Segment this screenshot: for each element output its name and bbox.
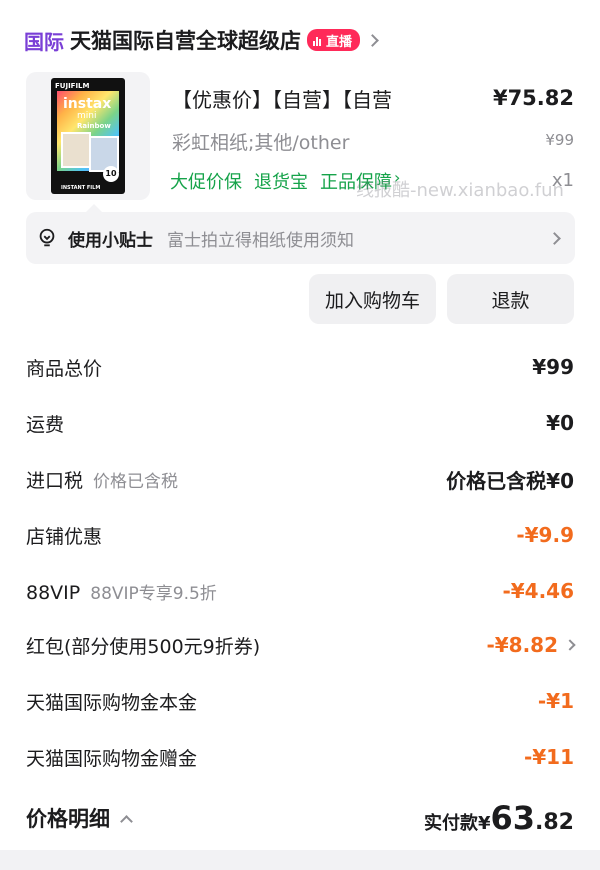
shop-tag: 国际: [24, 29, 64, 54]
price-line-shipping: 运费 ¥0: [26, 406, 574, 440]
live-badge-label: 直播: [326, 34, 353, 50]
price-line-red-packet[interactable]: 红包(部分使用500元9折券) -¥8.82: [26, 628, 576, 662]
product-spec: 彩虹相纸;其他/other: [172, 132, 350, 154]
price-line-bonus-gold: 天猫国际购物金赠金 -¥11: [26, 740, 574, 774]
price-line-label: 店铺优惠: [26, 525, 103, 548]
price-line-value: ¥0: [546, 411, 574, 435]
price-line-value: -¥1: [537, 689, 574, 713]
price-line-subtotal: 商品总价 ¥99: [26, 350, 574, 384]
chevron-up-icon: [120, 814, 133, 828]
price-line-sub: 88VIP专享9.5折: [90, 583, 217, 604]
service-tag: 退货宝: [254, 172, 308, 193]
price-details-toggle[interactable]: 价格明细: [26, 803, 133, 833]
service-tag: 大促价保: [170, 172, 242, 193]
price-line-value-wrap: -¥8.82: [486, 633, 576, 657]
price-line-value: -¥9.9: [516, 523, 574, 547]
live-bars-icon: [313, 35, 322, 46]
film-package-image: FUJIFILM instax mini Rainbow 10 INSTANT …: [51, 78, 125, 194]
price-line-shop-discount: 店铺优惠 -¥9.9: [26, 518, 574, 552]
tip-title: 使用小贴士: [68, 230, 153, 251]
price-details-label: 价格明细: [26, 807, 110, 831]
live-badge[interactable]: 直播: [307, 29, 361, 51]
price-line-label: 进口税 价格已含税: [26, 466, 178, 493]
film-label: INSTANT FILM: [61, 185, 101, 191]
service-chevron-icon: ›: [394, 168, 401, 187]
add-to-cart-button[interactable]: 加入购物车: [309, 274, 436, 324]
price-line-label: 红包(部分使用500元9折券): [26, 635, 261, 658]
price-line-label: 天猫国际购物金赠金: [26, 747, 198, 770]
shop-header[interactable]: 国际 天猫国际自营全球超级店 直播: [24, 22, 379, 58]
lightbulb-icon: [39, 228, 55, 247]
service-tag: 正品保障: [320, 172, 392, 193]
price-line-value: ¥99: [532, 355, 574, 379]
film-rainbow-word: Rainbow: [77, 122, 111, 130]
total-decimal: .82: [535, 810, 574, 835]
quantity: x1: [551, 170, 574, 191]
chevron-right-icon: [366, 33, 379, 47]
total-paid: 实付款¥ 63 .82: [424, 799, 574, 837]
film-mini: mini: [77, 111, 97, 121]
film-instax: instax: [63, 96, 112, 112]
product-title[interactable]: 【优惠价】【自营】【自营: [172, 84, 392, 113]
bottom-divider: [0, 850, 600, 870]
chevron-right-icon: [548, 231, 561, 245]
price-line-label-text: 88VIP: [26, 581, 81, 604]
price-line-label: 天猫国际购物金本金: [26, 691, 198, 714]
price-line-label: 运费: [26, 413, 65, 436]
price-line-value: -¥8.82: [486, 633, 558, 657]
refund-button[interactable]: 退款: [447, 274, 574, 324]
price-line-value: -¥4.46: [502, 579, 574, 603]
price-line-shopping-gold: 天猫国际购物金本金 -¥1: [26, 684, 574, 718]
price-line-label: 商品总价: [26, 357, 103, 380]
product-image[interactable]: FUJIFILM instax mini Rainbow 10 INSTANT …: [26, 72, 150, 200]
price-line-88vip: 88VIP 88VIP专享9.5折 -¥4.46: [26, 574, 574, 608]
original-price: ¥99: [545, 131, 574, 149]
total-prefix: 实付款¥: [423, 813, 491, 834]
product-price: ¥75.82: [492, 86, 574, 110]
price-line-label: 88VIP 88VIP专享9.5折: [26, 579, 217, 604]
price-line-sub: 价格已含税: [93, 471, 179, 492]
tip-text: 富士拍立得相纸使用须知: [167, 230, 354, 251]
chevron-right-icon: [564, 639, 576, 651]
price-line-import-tax: 进口税 价格已含税 价格已含税¥0: [26, 462, 574, 496]
shop-name: 天猫国际自营全球超级店: [70, 29, 301, 53]
film-photo: [61, 132, 91, 168]
price-line-label-text: 进口税: [26, 469, 84, 492]
film-count: 10: [103, 166, 119, 182]
film-brand: FUJIFILM: [55, 82, 90, 90]
usage-tip-row[interactable]: 使用小贴士 富士拍立得相纸使用须知: [26, 204, 575, 264]
price-line-value: 价格已含税¥0: [446, 468, 574, 493]
service-tags[interactable]: 大促价保 退货宝 正品保障 ›: [170, 168, 400, 194]
price-line-value: -¥11: [523, 745, 574, 769]
total-integer: 63: [490, 799, 536, 837]
total-row: 价格明细 实付款¥ 63 .82: [26, 794, 574, 842]
